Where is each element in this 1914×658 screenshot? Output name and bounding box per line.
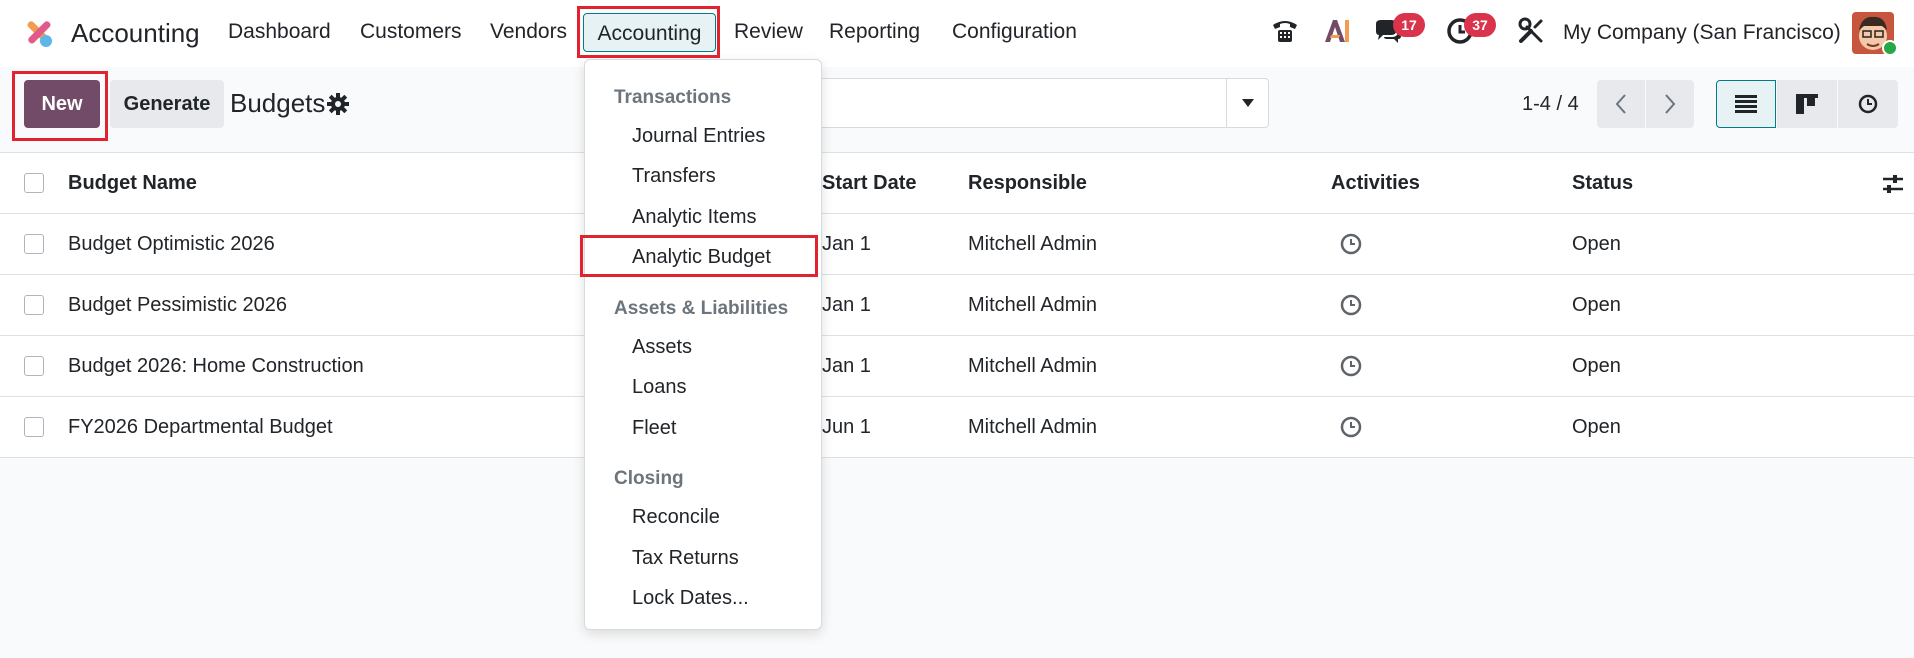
menu-item-reconcile[interactable]: Reconcile — [632, 506, 720, 529]
online-status-dot — [1882, 40, 1898, 56]
gear-icon[interactable] — [326, 92, 350, 116]
budget-list: Budget Name Start Date Responsible Activ… — [0, 152, 1914, 458]
activity-clock-icon[interactable] — [1339, 293, 1363, 317]
list-view-button[interactable] — [1716, 80, 1776, 128]
menu-item-analytic-items[interactable]: Analytic Items — [632, 206, 756, 229]
activities-badge: 37 — [1464, 13, 1496, 37]
row-checkbox[interactable] — [24, 417, 44, 437]
messages-badge: 17 — [1393, 13, 1425, 37]
column-budget-name[interactable]: Budget Name — [68, 153, 197, 214]
activity-clock-icon[interactable] — [1339, 354, 1363, 378]
menu-customers[interactable]: Customers — [360, 20, 462, 44]
activity-clock-icon[interactable] — [1339, 415, 1363, 439]
table-row[interactable]: Budget Optimistic 2026 Jan 1 Mitchell Ad… — [0, 214, 1914, 275]
pager-previous-button[interactable] — [1597, 80, 1645, 128]
company-switcher[interactable]: My Company (San Francisco) — [1563, 21, 1841, 45]
section-header-transactions: Transactions — [614, 87, 732, 108]
budget-name[interactable]: Budget 2026: Home Construction — [68, 336, 364, 397]
phone-icon[interactable] — [1268, 14, 1302, 48]
start-date: Jan 1 — [822, 355, 871, 377]
kanban-view-icon — [1796, 94, 1818, 114]
column-settings-icon[interactable] — [1882, 173, 1904, 195]
list-view-icon — [1735, 95, 1757, 113]
responsible: Mitchell Admin — [968, 294, 1097, 316]
top-navbar: Accounting Dashboard Customers Vendors A… — [0, 0, 1914, 67]
column-status[interactable]: Status — [1572, 153, 1633, 214]
menu-item-journal-entries[interactable]: Journal Entries — [632, 125, 765, 148]
section-header-closing: Closing — [614, 468, 684, 489]
chevron-right-icon — [1665, 94, 1676, 114]
table-row[interactable]: FY2026 Departmental Budget Jun 1 Mitchel… — [0, 397, 1914, 458]
menu-accounting[interactable]: Accounting — [583, 13, 716, 52]
budget-name[interactable]: Budget Optimistic 2026 — [68, 214, 275, 275]
row-checkbox[interactable] — [24, 356, 44, 376]
table-header-row: Budget Name Start Date Responsible Activ… — [0, 153, 1914, 214]
status: Open — [1572, 355, 1621, 377]
menu-configuration[interactable]: Configuration — [952, 20, 1077, 44]
new-button[interactable]: New — [24, 80, 100, 128]
start-date: Jan 1 — [822, 294, 871, 316]
table-row[interactable]: Budget 2026: Home Construction Jan 1 Mit… — [0, 336, 1914, 397]
start-date: Jan 1 — [822, 233, 871, 255]
menu-item-tax-returns[interactable]: Tax Returns — [632, 547, 739, 570]
column-activities[interactable]: Activities — [1331, 153, 1420, 214]
menu-item-assets[interactable]: Assets — [632, 336, 692, 359]
accounting-app-icon[interactable] — [22, 15, 56, 49]
column-start-date[interactable]: Start Date — [822, 153, 916, 214]
responsible: Mitchell Admin — [968, 416, 1097, 438]
tools-icon[interactable] — [1514, 14, 1548, 48]
pager-value[interactable]: 1-4 / 4 — [1522, 93, 1579, 116]
column-responsible[interactable]: Responsible — [968, 153, 1087, 214]
menu-dashboard[interactable]: Dashboard — [228, 20, 331, 44]
search-input[interactable] — [812, 78, 1228, 128]
activity-view-button[interactable] — [1838, 80, 1898, 128]
generate-button[interactable]: Generate — [110, 80, 224, 128]
responsible: Mitchell Admin — [968, 233, 1097, 255]
status: Open — [1572, 416, 1621, 438]
menu-item-transfers[interactable]: Transfers — [632, 165, 716, 188]
chevron-left-icon — [1615, 94, 1626, 114]
select-all-checkbox[interactable] — [24, 173, 44, 193]
activity-clock-icon[interactable] — [1339, 232, 1363, 256]
kanban-view-button[interactable] — [1777, 80, 1837, 128]
pager-next-button[interactable] — [1646, 80, 1694, 128]
row-checkbox[interactable] — [24, 234, 44, 254]
menu-item-fleet[interactable]: Fleet — [632, 417, 676, 440]
menu-review[interactable]: Review — [734, 20, 803, 44]
menu-item-loans[interactable]: Loans — [632, 376, 687, 399]
app-name[interactable]: Accounting — [71, 18, 200, 49]
section-header-assets-liabilities: Assets & Liabilities — [614, 298, 789, 319]
ai-icon[interactable] — [1320, 14, 1354, 48]
search-options-toggle[interactable] — [1226, 78, 1269, 128]
clock-icon — [1858, 94, 1878, 114]
menu-reporting[interactable]: Reporting — [829, 20, 920, 44]
row-checkbox[interactable] — [24, 295, 44, 315]
caret-down-icon — [1241, 99, 1254, 107]
status: Open — [1572, 294, 1621, 316]
start-date: Jun 1 — [822, 416, 871, 438]
responsible: Mitchell Admin — [968, 355, 1097, 377]
table-row[interactable]: Budget Pessimistic 2026 Jan 1 Mitchell A… — [0, 275, 1914, 336]
menu-item-lock-dates[interactable]: Lock Dates... — [632, 587, 749, 610]
menu-vendors[interactable]: Vendors — [490, 20, 567, 44]
page-title: Budgets — [230, 88, 326, 118]
budget-name[interactable]: FY2026 Departmental Budget — [68, 397, 333, 458]
accounting-dropdown-menu: Transactions Journal Entries Transfers A… — [584, 59, 822, 630]
menu-item-analytic-budget[interactable]: Analytic Budget — [632, 246, 771, 269]
status: Open — [1572, 233, 1621, 255]
budget-name[interactable]: Budget Pessimistic 2026 — [68, 275, 287, 336]
